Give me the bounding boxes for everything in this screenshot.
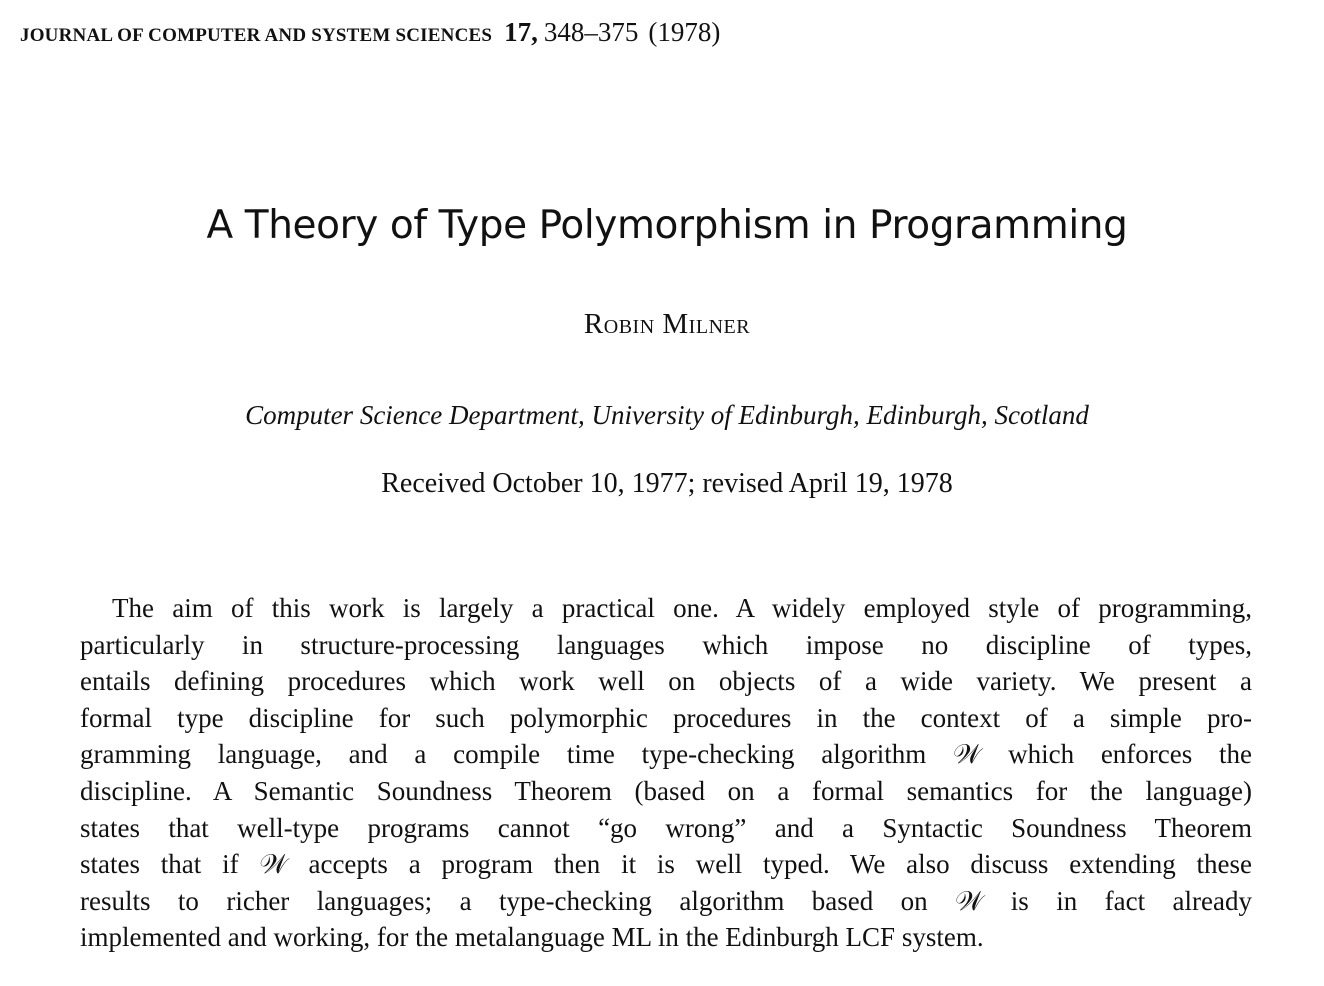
abstract-line: discipline. A Semantic Soundness Theorem… [80,775,1252,806]
abstract: The aim of this work is largely a practi… [80,590,1252,956]
journal-volume: 17, [504,17,538,47]
abstract-line: results to richer languages; a type-chec… [80,885,1252,916]
abstract-line: particularly in structure-processing lan… [80,629,1252,660]
paper-title: A Theory of Type Polymorphism in Program… [206,203,1128,248]
abstract-line: formal type discipline for such polymorp… [80,702,1252,733]
running-head: JOURNAL OF COMPUTER AND SYSTEM SCIENCES … [20,14,720,55]
journal-name: JOURNAL OF COMPUTER AND SYSTEM SCIENCES [20,25,493,46]
author-affiliation: Computer Science Department, University … [245,400,1089,430]
abstract-line: implemented and working, for the metalan… [80,922,984,953]
abstract-line: entails defining procedures which work w… [80,666,1252,697]
journal-year: (1978) [648,17,721,47]
author-name: Robin Milner [583,308,751,340]
abstract-line: states that if 𝒲 accepts a program then … [80,849,1252,880]
received-dates: Received October 10, 1977; revised April… [381,468,953,499]
journal-pages: 348–375 [543,17,639,47]
abstract-line: gramming language, and a compile time ty… [80,739,1252,770]
abstract-line: states that well-type programs cannot “g… [80,812,1252,843]
abstract-line: The aim of this work is largely a practi… [112,593,1252,623]
